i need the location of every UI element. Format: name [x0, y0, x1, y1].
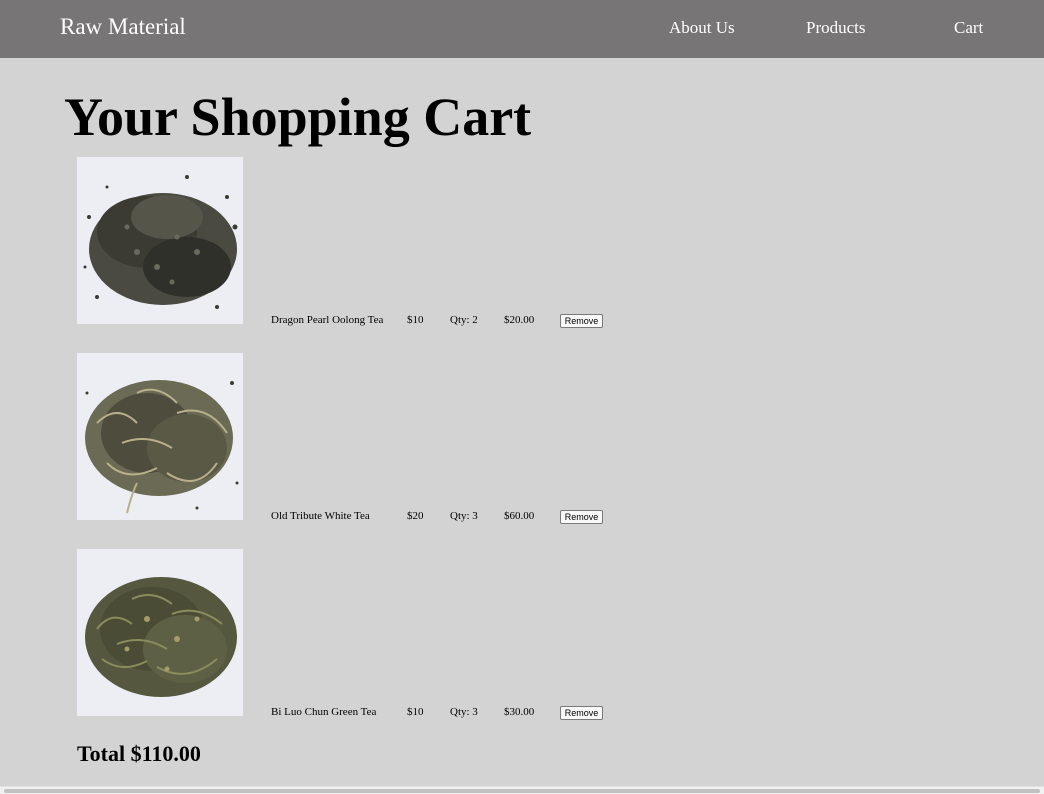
item-subtotal: $30.00 — [504, 706, 535, 718]
product-image-dragon-pearl-oolong — [77, 157, 243, 324]
product-image-bi-luo-chun-green — [77, 549, 243, 716]
item-price: $10 — [407, 314, 424, 326]
remove-button[interactable]: Remove — [560, 314, 603, 328]
remove-button[interactable]: Remove — [560, 706, 603, 720]
nav-link-products[interactable]: Products — [806, 18, 866, 38]
top-navbar: Raw Material About Us Products Cart — [0, 0, 1044, 58]
item-name: Old Tribute White Tea — [271, 510, 370, 522]
item-quantity: Qty: 3 — [450, 706, 478, 718]
remove-button[interactable]: Remove — [560, 510, 603, 524]
scrollbar-thumb[interactable] — [4, 789, 1040, 793]
product-image-old-tribute-white — [77, 353, 243, 520]
nav-link-about-us[interactable]: About Us — [669, 18, 735, 38]
tea-leaves-photo-icon — [77, 353, 243, 520]
item-name: Dragon Pearl Oolong Tea — [271, 314, 384, 326]
tea-leaves-photo-icon — [77, 157, 243, 324]
item-name: Bi Luo Chun Green Tea — [271, 706, 377, 718]
cart-item-old-tribute-white: Old Tribute White Tea $20 Qty: 3 $60.00 … — [0, 353, 1044, 533]
brand-logo-link[interactable]: Raw Material — [60, 13, 186, 41]
item-price: $20 — [407, 510, 424, 522]
item-subtotal: $20.00 — [504, 314, 535, 326]
cart-total: Total $110.00 — [77, 741, 201, 766]
cart-item-bi-luo-chun-green: Bi Luo Chun Green Tea $10 Qty: 3 $30.00 … — [0, 549, 1044, 729]
item-price: $10 — [407, 706, 424, 718]
page-title: Your Shopping Cart — [64, 87, 532, 147]
nav-link-cart[interactable]: Cart — [954, 18, 983, 38]
cart-item-dragon-pearl-oolong: Dragon Pearl Oolong Tea $10 Qty: 2 $20.0… — [0, 157, 1044, 337]
item-subtotal: $60.00 — [504, 510, 535, 522]
item-quantity: Qty: 2 — [450, 314, 478, 326]
horizontal-scrollbar[interactable] — [0, 786, 1044, 794]
tea-leaves-photo-icon — [77, 549, 243, 716]
item-quantity: Qty: 3 — [450, 510, 478, 522]
